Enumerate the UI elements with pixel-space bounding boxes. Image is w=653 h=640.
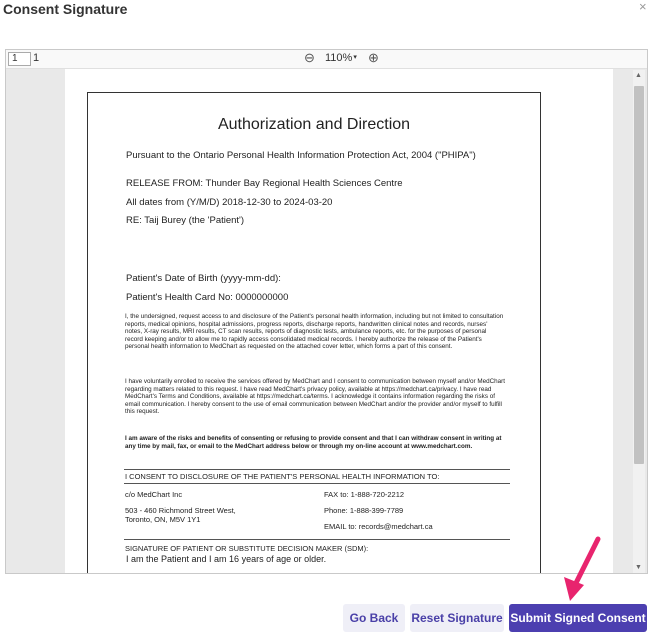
document-title: Authorization and Direction xyxy=(217,116,411,133)
zoom-out-icon[interactable]: ⊖ xyxy=(304,50,315,66)
zoom-in-icon[interactable]: ⊕ xyxy=(368,50,379,66)
close-icon[interactable]: × xyxy=(639,0,647,14)
reset-signature-button[interactable]: Reset Signature xyxy=(410,604,504,632)
zoom-level: 110% xyxy=(325,52,353,64)
consent-paragraph-1: I, the undersigned, request access to an… xyxy=(125,313,504,351)
release-from: RELEASE FROM: Thunder Bay Regional Healt… xyxy=(126,178,403,189)
dialog-title: Consent Signature xyxy=(3,1,128,17)
recipient-email: EMAIL to: records@medchart.ca xyxy=(324,522,433,531)
patient-re: RE: Taij Burey (the 'Patient') xyxy=(126,215,245,226)
page-count: 1 xyxy=(33,52,40,64)
patient-health-card: Patient's Health Card No: 0000000000 xyxy=(126,292,289,303)
document-page: Authorization and Direction Pursuant to … xyxy=(65,69,613,573)
consent-paragraph-3: I am aware of the risks and benefits of … xyxy=(125,435,502,450)
scrollbar-thumb[interactable] xyxy=(634,86,644,464)
divider xyxy=(124,539,510,540)
recipient-name: c/o MedChart Inc xyxy=(125,490,183,499)
vertical-scrollbar[interactable]: ▲ ▼ xyxy=(633,70,645,573)
pdf-toolbar: 1 1 ⊖ 110%▾ ⊕ xyxy=(6,50,647,69)
consent-paragraph-2: I have voluntarily enrolled to receive t… xyxy=(125,378,505,416)
signature-heading: SIGNATURE OF PATIENT OR SUBSTITUTE DECIS… xyxy=(125,544,369,553)
signature-statement: I am the Patient and I am 16 years of ag… xyxy=(126,554,327,564)
date-range: All dates from (Y/M/D) 2018-12-30 to 202… xyxy=(126,197,333,208)
annotation-arrow-icon xyxy=(564,536,601,601)
go-back-button[interactable]: Go Back xyxy=(343,604,405,632)
patient-dob: Patient's Date of Birth (yyyy-mm-dd): xyxy=(126,273,281,284)
recipient-fax: FAX to: 1-888-720-2212 xyxy=(324,490,405,499)
consent-form: Authorization and Direction Pursuant to … xyxy=(87,92,541,573)
scroll-up-icon[interactable]: ▲ xyxy=(635,72,642,79)
page-number-input[interactable]: 1 xyxy=(8,52,31,66)
recipient-phone: Phone: 1-888-399-7789 xyxy=(324,506,404,515)
recipient-address: 503 - 460 Richmond Street West, Toronto,… xyxy=(125,506,236,524)
pdf-viewer: 1 1 ⊖ 110%▾ ⊕ Authorization and Directio… xyxy=(5,49,648,574)
pursuant-line: Pursuant to the Ontario Personal Health … xyxy=(126,150,476,161)
document-scroll-area[interactable]: Authorization and Direction Pursuant to … xyxy=(6,69,647,573)
consent-heading: I CONSENT TO DISCLOSURE OF THE PATIENT'S… xyxy=(125,472,440,481)
zoom-select[interactable]: 110%▾ xyxy=(325,52,357,64)
divider xyxy=(124,469,510,470)
submit-signed-consent-button[interactable]: Submit Signed Consent xyxy=(509,604,647,632)
scroll-down-icon[interactable]: ▼ xyxy=(635,564,642,571)
divider xyxy=(124,483,510,484)
chevron-down-icon: ▾ xyxy=(353,54,357,61)
